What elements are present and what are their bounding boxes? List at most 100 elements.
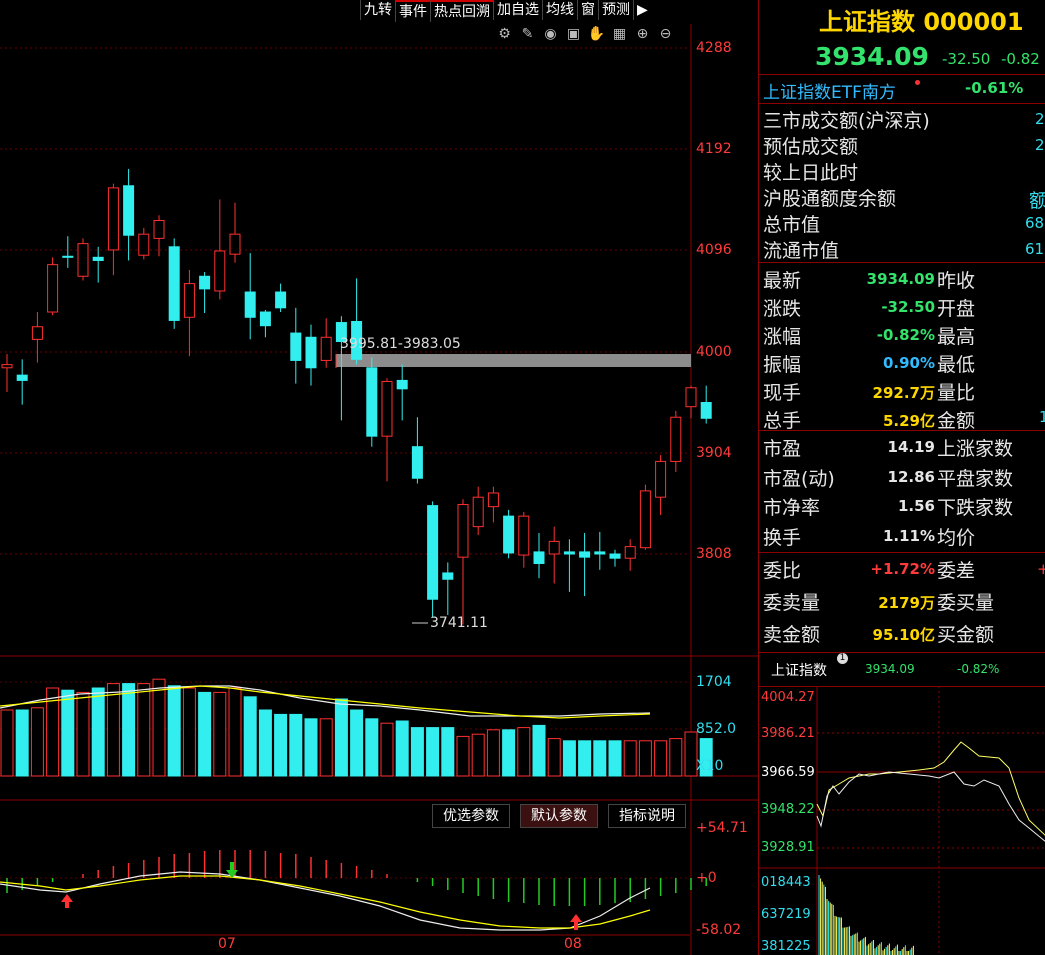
eye-icon[interactable]: ◉ <box>542 25 559 42</box>
settings-icon[interactable]: ⚙ <box>496 25 513 42</box>
toolbar-add-watchlist[interactable]: 加自选 <box>493 0 542 20</box>
candle-body <box>442 572 454 580</box>
volume-bar <box>167 685 181 777</box>
draw-pen-icon[interactable]: ✎ <box>519 25 536 42</box>
candle-body <box>229 233 241 255</box>
toolbar-window[interactable]: 窗 <box>577 0 598 20</box>
mini-chart-pct: -0.82% <box>957 662 1000 676</box>
info-value: 2 <box>1035 136 1045 154</box>
quote-label: 总手 <box>763 410 802 432</box>
info-label: 三市成交额(沪深京) <box>763 110 930 132</box>
quote-value-right: + <box>1037 560 1045 578</box>
quote-value: 1.11% <box>882 526 935 545</box>
quote-value: 3934.09 <box>866 270 935 288</box>
volume-bar <box>669 738 683 777</box>
price-range-band <box>336 354 691 367</box>
volume-bar <box>532 724 546 777</box>
volume-bar <box>547 738 561 777</box>
indicator-axis-label: +54.71 <box>696 820 748 836</box>
candle-body <box>16 374 28 381</box>
chart-tool-icons: ⚙ ✎ ◉ ▣ ✋ ▦ ⊕ ⊖ <box>496 25 674 42</box>
candle-body <box>639 490 651 549</box>
toolbar-events[interactable]: 事件 <box>395 0 430 22</box>
etf-dot-icon <box>915 80 920 85</box>
month-label: 08 <box>564 936 582 952</box>
tab-default-params[interactable]: 默认参数 <box>520 804 598 828</box>
candle-body <box>594 551 606 555</box>
price-axis-label: 4192 <box>696 141 732 157</box>
volume-bar <box>274 713 288 777</box>
low-price-label: 3741.11 <box>430 615 488 631</box>
macd-yellow-line <box>0 875 651 929</box>
price-change-pct: -0.82 <box>1001 50 1040 68</box>
candle-body <box>214 250 226 292</box>
quote-label-right: 最高 <box>937 326 976 348</box>
quote-label-right: 委差 <box>937 560 976 582</box>
quote-label: 委比 <box>763 560 802 582</box>
toolbar-jiuzhuan[interactable]: 九转 <box>360 0 395 20</box>
toolbar-forecast[interactable]: 预测 <box>598 0 633 20</box>
candle-body <box>183 283 195 318</box>
candle-body <box>472 496 484 528</box>
quote-panel: 上证指数 000001 3934.09 -32.50 -0.82 上证指数ETF… <box>758 0 1045 955</box>
candle-body <box>396 379 408 390</box>
quote-value: 1.56 <box>897 497 935 515</box>
volume-bar <box>380 722 394 777</box>
quote-label: 委卖量 <box>763 592 821 614</box>
zoom-out-icon[interactable]: ⊖ <box>657 25 674 42</box>
candle-body <box>579 551 591 558</box>
quote-label-right: 买金额 <box>937 624 995 646</box>
etf-link[interactable]: 上证指数ETF南方 <box>763 78 896 103</box>
candle-body <box>259 311 271 327</box>
hand-icon[interactable]: ✋ <box>588 25 605 42</box>
candle-body <box>1 364 13 369</box>
volume-bar <box>608 740 622 777</box>
zoom-in-icon[interactable]: ⊕ <box>634 25 651 42</box>
range-label: 3995.81-3983.05 <box>340 336 461 352</box>
quote-value: 95.10亿 <box>872 626 935 644</box>
quote-value: 12.86 <box>887 467 935 486</box>
volume-bar <box>228 687 242 777</box>
toolbar-hot-replay[interactable]: 热点回溯 <box>430 0 493 22</box>
info-label: 总市值 <box>763 214 821 236</box>
volume-bar <box>654 740 668 777</box>
candle-body <box>47 264 59 313</box>
candle-body <box>305 336 317 369</box>
camera-icon[interactable]: ▣ <box>565 25 582 42</box>
index-title: 上证指数 000001 <box>819 8 1024 36</box>
candle-body <box>290 332 302 361</box>
quote-label-right: 均价 <box>937 526 976 549</box>
info-value: 额 <box>1029 186 1045 213</box>
volume-bar <box>456 735 470 777</box>
price-change: -32.50 <box>942 50 991 68</box>
volume-bar <box>91 687 105 777</box>
quote-value: 5.29亿 <box>882 412 935 430</box>
tab-indicator-help[interactable]: 指标说明 <box>608 804 686 828</box>
volume-bar <box>486 729 500 777</box>
info-icon[interactable]: 1 <box>837 653 848 664</box>
volume-bar <box>243 696 257 777</box>
candle-body <box>123 185 135 236</box>
volume-bar <box>61 689 75 777</box>
quote-label: 振幅 <box>763 354 802 376</box>
volume-axis-label: X10 <box>696 758 724 774</box>
quote-label: 卖金额 <box>763 624 821 646</box>
tab-optimal-params[interactable]: 优选参数 <box>432 804 510 828</box>
collapse-panel-icon[interactable]: ▶ <box>633 0 651 20</box>
volume-bar <box>517 727 531 777</box>
candle-body <box>685 387 697 408</box>
toolbar-moving-average[interactable]: 均线 <box>542 0 577 20</box>
quote-label-right: 昨收 <box>937 270 976 292</box>
indicator-axis-label: +0 <box>696 870 717 886</box>
volume-bar <box>593 740 607 777</box>
volume-bar <box>426 727 440 777</box>
price-axis-label: 4288 <box>696 40 732 56</box>
volume-axis-label: 852.0 <box>696 721 737 737</box>
kline-chart-area[interactable]: 3995.81-3983.05 3741.11 4288 4192 4096 4… <box>0 0 758 955</box>
quote-value: -0.82% <box>876 326 935 344</box>
volume-bar <box>502 729 516 777</box>
candle-body <box>624 546 636 559</box>
quote-label-right: 委买量 <box>937 592 995 614</box>
info-label: 较上日此时 <box>763 162 859 184</box>
lock-icon[interactable]: ▦ <box>611 25 628 42</box>
